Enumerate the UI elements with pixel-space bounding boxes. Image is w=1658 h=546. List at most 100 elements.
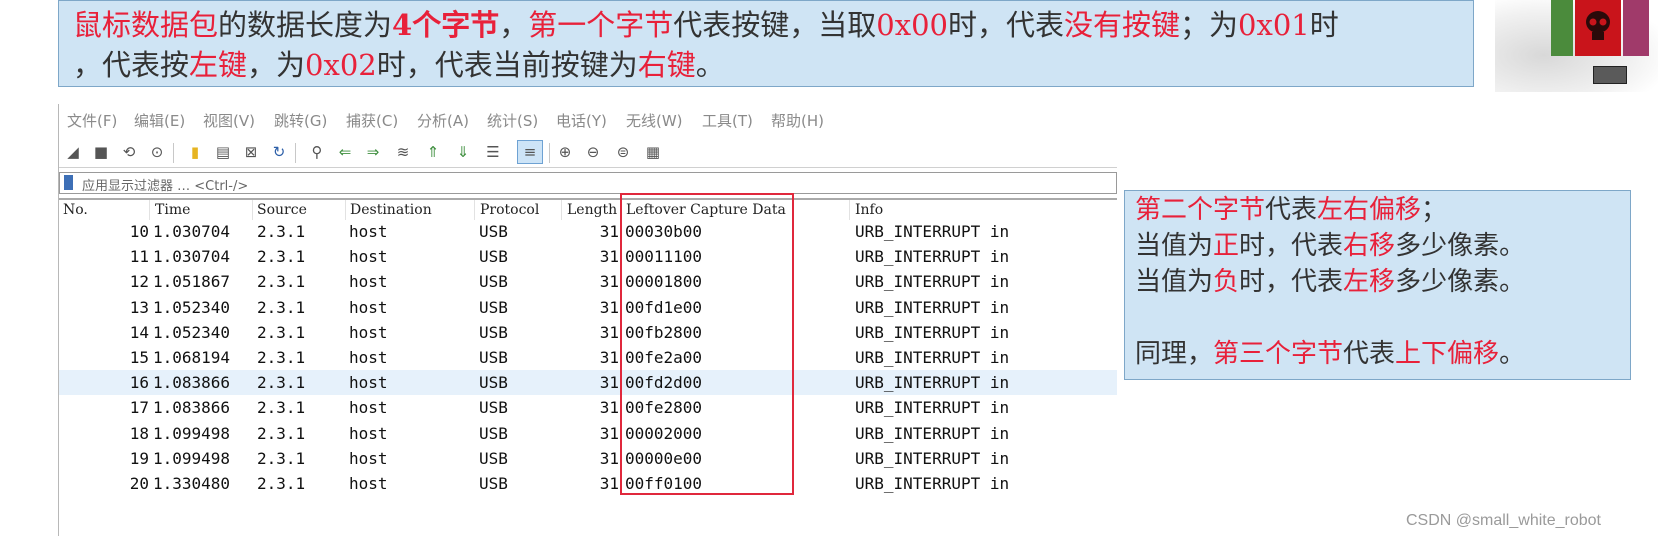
cell-no: 13 bbox=[129, 297, 149, 317]
note-segment: 当值为 bbox=[1135, 267, 1214, 297]
top-note-line-1: 鼠标数据包的数据长度为4个字节，第一个字节代表按键，当取0x00时，代表没有按键… bbox=[73, 5, 1459, 45]
menu-analyze[interactable]: 分析(A) bbox=[417, 110, 469, 131]
display-filter-input[interactable]: 应用显示过滤器 … <Ctrl-/> bbox=[59, 172, 1117, 194]
cell-info: URB_INTERRUPT in bbox=[855, 322, 1010, 342]
cell-protocol: USB bbox=[479, 398, 508, 418]
last-packet-icon[interactable]: ⇓ bbox=[453, 142, 473, 162]
note-segment: 第三个字节 bbox=[1213, 339, 1344, 369]
go-back-icon[interactable]: ⇐ bbox=[335, 142, 355, 162]
cell-length: 31 bbox=[599, 348, 619, 367]
packet-row[interactable]: 16 1.083866 2.3.1 host USB 31 00fd2d00 URB_INTE… bbox=[59, 370, 1117, 396]
packet-row[interactable]: 11 1.030704 2.3.1 host USB 31 00011100 URB_INTE… bbox=[59, 244, 1117, 269]
open-folder-icon[interactable]: ▮ bbox=[185, 142, 205, 162]
note-segment: 代表 bbox=[1265, 195, 1318, 225]
stop-square-icon[interactable]: ■ bbox=[91, 142, 111, 162]
note-segment: ， bbox=[499, 8, 529, 42]
menu-help[interactable]: 帮助(H) bbox=[771, 110, 824, 131]
shark-fin-start-icon[interactable]: ◢ bbox=[63, 142, 83, 162]
note-segment: 左右偏移 bbox=[1317, 195, 1422, 225]
cell-protocol: USB bbox=[479, 348, 508, 367]
packet-row[interactable]: 18 1.099498 2.3.1 host USB 31 00002000 URB_INTE… bbox=[59, 421, 1117, 446]
cell-destination: host bbox=[349, 348, 388, 367]
menu-edit[interactable]: 编辑(E) bbox=[134, 110, 185, 131]
note-segment: 0x00 bbox=[876, 8, 948, 42]
note-segment: 的数据长度为 bbox=[218, 8, 393, 42]
cell-length: 31 bbox=[599, 398, 619, 418]
cell-protocol: USB bbox=[479, 474, 508, 493]
reload-icon[interactable]: ↻ bbox=[269, 142, 289, 162]
cell-length: 31 bbox=[599, 322, 619, 342]
cell-no: 16 bbox=[129, 373, 149, 393]
cell-source: 2.3.1 bbox=[257, 322, 306, 342]
cell-destination: host bbox=[349, 373, 388, 393]
menu-tools[interactable]: 工具(T) bbox=[702, 110, 753, 131]
note-segment: 左移 bbox=[1343, 267, 1396, 297]
col-header-info[interactable]: Info bbox=[855, 202, 883, 218]
note-segment: 上下偏移 bbox=[1395, 339, 1500, 369]
cell-time: 1.099498 bbox=[153, 423, 231, 443]
packet-row[interactable]: 12 1.051867 2.3.1 host USB 31 00001800 URB_INTE… bbox=[59, 269, 1117, 294]
colorize-icon[interactable]: ≡ bbox=[517, 140, 543, 164]
cell-source: 2.3.1 bbox=[257, 222, 306, 241]
cell-time: 1.051867 bbox=[153, 272, 231, 292]
col-header-destination[interactable]: Destination bbox=[350, 202, 432, 218]
col-header-no[interactable]: No. bbox=[63, 202, 88, 218]
note-segment: 当值为 bbox=[1135, 231, 1214, 261]
col-header-protocol[interactable]: Protocol bbox=[480, 202, 539, 218]
packet-row[interactable]: 15 1.068194 2.3.1 host USB 31 00fe2a00 URB_INTE… bbox=[59, 345, 1117, 370]
toolbar-separator bbox=[173, 143, 174, 163]
filter-placeholder: 应用显示过滤器 … <Ctrl-/> bbox=[82, 179, 249, 194]
usb-skull-image bbox=[1495, 0, 1658, 92]
col-header-source[interactable]: Source bbox=[257, 202, 307, 218]
main-toolbar: ◢ ■ ⟲ ⊙ ▮ ▤ ⊠ ↻ ⚲ ⇐ ⇒ ≋ ⇑ ⇓ ☰ ≡ ⊕ ⊖ ⊜ ▦ bbox=[59, 137, 1117, 168]
menu-statistics[interactable]: 统计(S) bbox=[487, 110, 538, 131]
menu-view[interactable]: 视图(V) bbox=[203, 110, 255, 131]
cell-length: 31 bbox=[599, 272, 619, 292]
packet-row[interactable]: 13 1.052340 2.3.1 host USB 31 00fd1e00 URB_INTE… bbox=[59, 295, 1117, 320]
menu-go[interactable]: 跳转(G) bbox=[274, 110, 327, 131]
bookmark-icon[interactable] bbox=[64, 175, 73, 190]
packet-row[interactable]: 19 1.099498 2.3.1 host USB 31 00000e00 URB_INTE… bbox=[59, 446, 1117, 471]
menu-wireless[interactable]: 无线(W) bbox=[626, 110, 683, 131]
cell-no: 19 bbox=[129, 448, 149, 468]
cell-protocol: USB bbox=[479, 448, 508, 468]
column-divider bbox=[252, 200, 253, 220]
zoom-out-icon[interactable]: ⊖ bbox=[583, 142, 603, 162]
resize-columns-icon[interactable]: ▦ bbox=[643, 142, 663, 162]
cell-length: 31 bbox=[599, 474, 619, 493]
cell-destination: host bbox=[349, 272, 388, 292]
cell-protocol: USB bbox=[479, 272, 508, 292]
cell-destination: host bbox=[349, 423, 388, 443]
leftover-data-highlight bbox=[620, 193, 794, 495]
note-segment: 左键 bbox=[189, 48, 248, 82]
packet-row[interactable]: 17 1.083866 2.3.1 host USB 31 00fe2800 URB_INTE… bbox=[59, 395, 1117, 420]
restart-fin-icon[interactable]: ⟲ bbox=[119, 142, 139, 162]
col-header-time[interactable]: Time bbox=[155, 202, 190, 218]
packet-row[interactable]: 20 1.330480 2.3.1 host USB 31 00ff0100 URB_INTE… bbox=[59, 471, 1117, 496]
side-note-line: 同理，第三个字节代表上下偏移。 bbox=[1135, 336, 1620, 372]
packet-row[interactable]: 14 1.052340 2.3.1 host USB 31 00fb2800 URB_INTE… bbox=[59, 320, 1117, 345]
cell-destination: host bbox=[349, 222, 388, 241]
note-segment: ，为 bbox=[247, 48, 306, 82]
col-header-length[interactable]: Length bbox=[567, 202, 617, 218]
first-packet-icon[interactable]: ⇑ bbox=[423, 142, 443, 162]
options-gear-icon[interactable]: ⊙ bbox=[147, 142, 167, 162]
auto-scroll-icon[interactable]: ☰ bbox=[483, 142, 503, 162]
packet-row[interactable]: 10 1.030704 2.3.1 host USB 31 00030b00 URB_INTE… bbox=[59, 219, 1117, 244]
go-to-packet-icon[interactable]: ≋ bbox=[393, 142, 413, 162]
zoom-in-icon[interactable]: ⊕ bbox=[555, 142, 575, 162]
menu-telephony[interactable]: 电话(Y) bbox=[556, 110, 607, 131]
cell-time: 1.068194 bbox=[153, 348, 231, 367]
cell-time: 1.030704 bbox=[153, 222, 231, 241]
menu-capture[interactable]: 捕获(C) bbox=[346, 110, 398, 131]
normal-size-icon[interactable]: ⊜ bbox=[613, 142, 633, 162]
cell-source: 2.3.1 bbox=[257, 448, 306, 468]
go-forward-icon[interactable]: ⇒ bbox=[363, 142, 383, 162]
cell-protocol: USB bbox=[479, 322, 508, 342]
save-file-icon[interactable]: ▤ bbox=[213, 142, 233, 162]
close-file-icon[interactable]: ⊠ bbox=[241, 142, 261, 162]
note-segment: 时，代表 bbox=[1239, 231, 1344, 261]
find-icon[interactable]: ⚲ bbox=[307, 142, 327, 162]
note-segment: ，代表按 bbox=[73, 48, 190, 82]
menu-file[interactable]: 文件(F) bbox=[67, 110, 117, 131]
